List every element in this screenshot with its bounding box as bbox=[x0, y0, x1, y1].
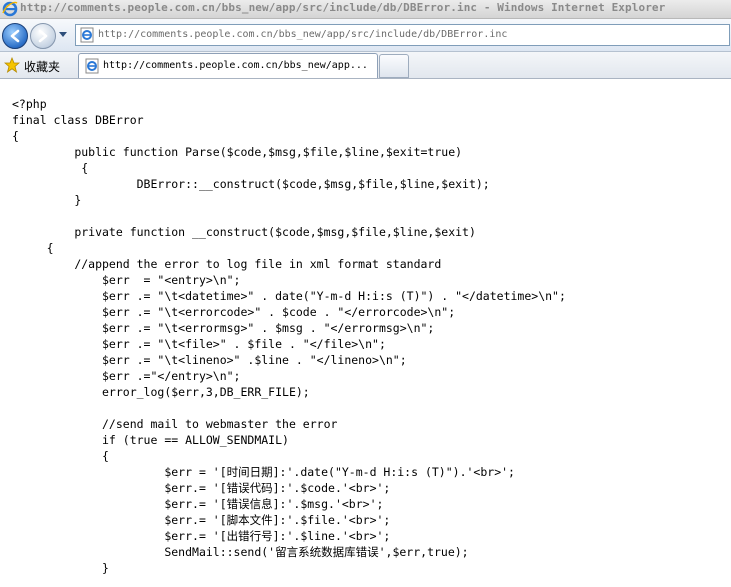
code-line: final class DBError bbox=[12, 113, 144, 127]
back-arrow-icon bbox=[10, 29, 20, 43]
code-line: error_log($err,3,DB_ERR_FILE); bbox=[12, 385, 310, 399]
window-title-bar: http://comments.people.com.cn/bbs_new/ap… bbox=[0, 0, 731, 19]
code-line: if (true == ALLOW_SENDMAIL) bbox=[12, 433, 289, 447]
code-line: $err .= "\t<errormsg>" . $msg . "</error… bbox=[12, 321, 435, 335]
internet-explorer-icon bbox=[2, 1, 18, 17]
code-line: { bbox=[12, 241, 54, 255]
code-line: { bbox=[12, 161, 89, 175]
history-dropdown-icon[interactable] bbox=[58, 29, 68, 39]
code-line: private function __construct($code,$msg,… bbox=[12, 225, 476, 239]
new-tab-button[interactable] bbox=[379, 54, 409, 78]
code-line: $err = '[时间日期]:'.date("Y-m-d H:i:s (T)")… bbox=[12, 465, 515, 479]
forward-button[interactable] bbox=[30, 23, 56, 49]
address-url[interactable]: http://comments.people.com.cn/bbs_new/ap… bbox=[98, 29, 507, 40]
code-line: <?php bbox=[12, 97, 47, 111]
source-code: <?php final class DBError { public functio… bbox=[12, 96, 566, 576]
code-line: $err .= "\t<file>" . $file . "</file>\n"… bbox=[12, 337, 386, 351]
navigation-bar: http://comments.people.com.cn/bbs_new/ap… bbox=[0, 19, 731, 52]
page-icon bbox=[85, 58, 99, 74]
favorites-label: 收藏夹 bbox=[24, 60, 61, 74]
code-line: } bbox=[12, 561, 109, 575]
tab-title: http://comments.people.com.cn/bbs_new/ap… bbox=[103, 60, 368, 71]
code-line: $err .= "\t<lineno>" .$line . "</lineno>… bbox=[12, 353, 407, 367]
page-content: <?php final class DBError { public functio… bbox=[0, 79, 731, 587]
code-line: $err.= '[出错行号]:'.$line.'<br>'; bbox=[12, 529, 391, 543]
code-line: } bbox=[12, 193, 82, 207]
code-line: { bbox=[12, 449, 109, 463]
code-line: //append the error to log file in xml fo… bbox=[12, 257, 442, 271]
tab-bar: 收藏夹 http://comments.people.com.cn/bbs_ne… bbox=[0, 52, 731, 79]
code-line: $err.= '[脚本文件]:'.$file.'<br>'; bbox=[12, 513, 391, 527]
code-line: { bbox=[12, 129, 19, 143]
page-icon bbox=[80, 27, 94, 43]
back-button[interactable] bbox=[2, 23, 28, 49]
code-line: SendMail::send('留言系统数据库错误',$err,true); bbox=[12, 545, 469, 559]
address-bar[interactable]: http://comments.people.com.cn/bbs_new/ap… bbox=[75, 24, 730, 46]
star-icon bbox=[4, 57, 20, 73]
code-line: $err .="</entry>\n"; bbox=[12, 369, 241, 383]
code-line: $err.= '[错误代码]:'.$code.'<br>'; bbox=[12, 481, 391, 495]
forward-arrow-icon bbox=[38, 29, 48, 43]
tab-active[interactable]: http://comments.people.com.cn/bbs_new/ap… bbox=[78, 53, 378, 78]
code-line: public function Parse($code,$msg,$file,$… bbox=[12, 145, 463, 159]
code-line: DBError::__construct($code,$msg,$file,$l… bbox=[12, 177, 490, 191]
window-title: http://comments.people.com.cn/bbs_new/ap… bbox=[20, 1, 666, 14]
code-line: $err .= "\t<datetime>" . date("Y-m-d H:i… bbox=[12, 289, 566, 303]
code-line: $err.= '[错误信息]:'.$msg.'<br>'; bbox=[12, 497, 384, 511]
code-line: $err .= "\t<errorcode>" . $code . "</err… bbox=[12, 305, 456, 319]
code-line: //send mail to webmaster the error bbox=[12, 417, 338, 431]
code-line: $err = "<entry>\n"; bbox=[12, 273, 241, 287]
